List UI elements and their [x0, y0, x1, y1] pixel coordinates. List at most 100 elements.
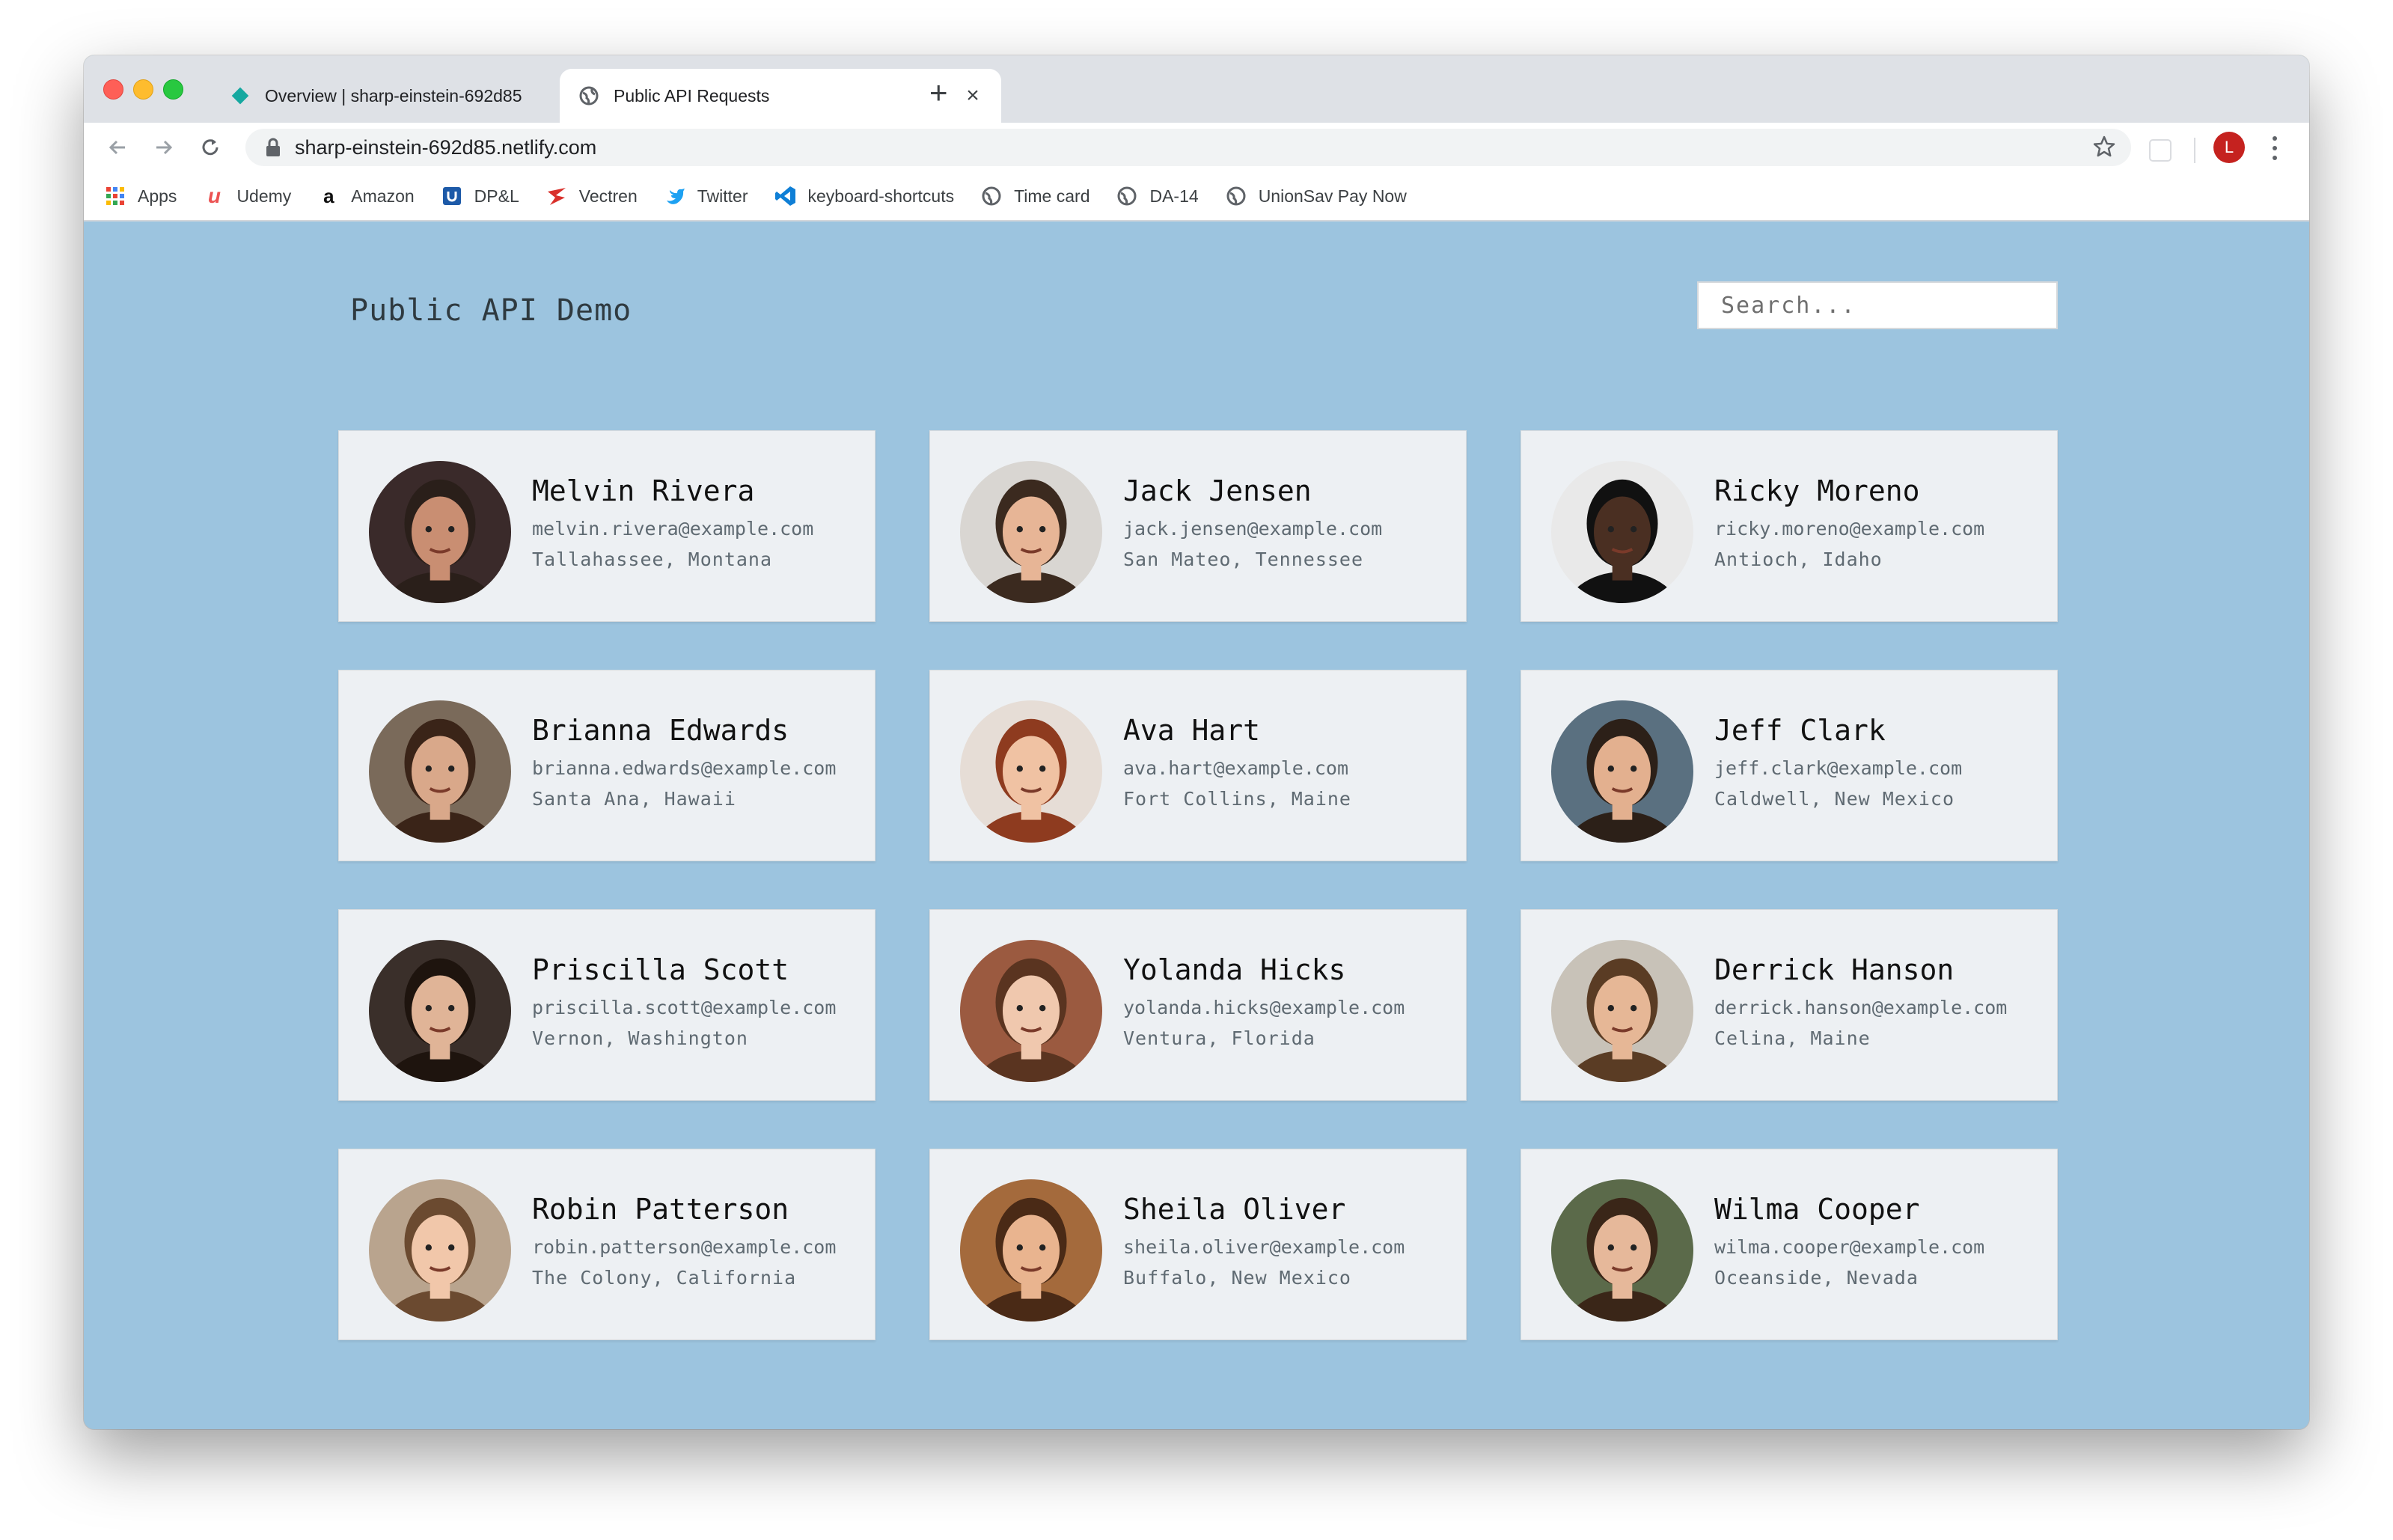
bookmark-label: DA-14 — [1149, 186, 1199, 206]
bookmark-da-14[interactable]: DA-14 — [1115, 184, 1199, 208]
globe-icon — [1224, 184, 1248, 208]
employee-email: priscilla.scott@example.com — [532, 997, 837, 1018]
bookmark-label: UnionSav Pay Now — [1258, 186, 1407, 206]
reload-icon — [202, 139, 218, 156]
reload-button[interactable] — [193, 130, 227, 165]
vectren-icon — [545, 184, 569, 208]
employee-name: Derrick Hanson — [1714, 953, 1955, 986]
tab-strip: Overview | sharp-einstein-692d85 × Publi… — [84, 55, 2309, 123]
employee-card[interactable]: Jack Jensen jack.jensen@example.com San Ma… — [929, 430, 1467, 622]
url-text: sharp-einstein-692d85.netlify.com — [295, 135, 597, 159]
apps-grid-icon — [103, 184, 127, 208]
employee-name: Melvin Rivera — [532, 474, 755, 507]
employee-card[interactable]: Melvin Rivera melvin.rivera@example.com Ta… — [338, 430, 875, 622]
employee-name: Priscilla Scott — [532, 953, 789, 986]
twitter-bird-icon — [663, 184, 687, 208]
bookmark-unionsav[interactable]: UnionSav Pay Now — [1224, 184, 1407, 208]
employee-name: Jack Jensen — [1123, 474, 1312, 507]
bookmark-label: keyboard-shortcuts — [807, 186, 955, 206]
profile-avatar[interactable]: L — [2213, 132, 2245, 163]
dpl-icon — [440, 184, 464, 208]
browser-toolbar: sharp-einstein-692d85.netlify.com L — [84, 123, 2309, 172]
forward-button[interactable] — [147, 130, 181, 165]
employee-name: Jeff Clark — [1714, 714, 1886, 747]
bookmark-udemy[interactable]: u Udemy — [202, 184, 291, 208]
employee-card[interactable]: Brianna Edwards brianna.edwards@example.c… — [338, 670, 875, 861]
address-bar[interactable]: sharp-einstein-692d85.netlify.com — [245, 129, 2131, 166]
employee-email: jeff.clark@example.com — [1714, 757, 1963, 779]
avatar — [960, 700, 1102, 843]
globe-icon — [979, 184, 1003, 208]
globe-icon — [1115, 184, 1139, 208]
employee-card[interactable]: Wilma Cooper wilma.cooper@example.com Ocea… — [1521, 1149, 2058, 1340]
employee-location: Tallahassee, Montana — [532, 549, 773, 570]
employee-email: melvin.rivera@example.com — [532, 518, 814, 540]
bookmark-label: Time card — [1014, 186, 1090, 206]
amazon-icon: a — [323, 184, 334, 207]
vscode-icon — [774, 184, 798, 208]
avatar — [1551, 1179, 1693, 1321]
bookmark-star-icon[interactable] — [2092, 135, 2116, 159]
avatar — [960, 940, 1102, 1082]
employee-card[interactable]: Robin Patterson robin.patterson@example.c… — [338, 1149, 875, 1340]
bookmark-amazon[interactable]: a Amazon — [317, 184, 415, 208]
bookmark-keyboard-shortcuts[interactable]: keyboard-shortcuts — [774, 184, 955, 208]
employee-name: Sheila Oliver — [1123, 1193, 1346, 1226]
maximize-window-button[interactable] — [163, 79, 183, 100]
employee-location: Buffalo, New Mexico — [1123, 1267, 1351, 1289]
close-tab-icon[interactable]: × — [962, 83, 983, 109]
bookmark-label: Apps — [138, 186, 177, 206]
bookmark-twitter[interactable]: Twitter — [663, 184, 748, 208]
extension-icon[interactable] — [2149, 139, 2172, 162]
new-tab-button[interactable]: + — [929, 77, 948, 109]
search-input[interactable] — [1697, 281, 2058, 329]
bookmark-time-card[interactable]: Time card — [979, 184, 1089, 208]
back-button[interactable] — [100, 130, 135, 165]
employee-email: jack.jensen@example.com — [1123, 518, 1383, 540]
employee-card[interactable]: Yolanda Hicks yolanda.hicks@example.com Ve… — [929, 909, 1467, 1101]
arrow-left-icon — [109, 140, 125, 155]
employee-card[interactable]: Ricky Moreno ricky.moreno@example.com Anti… — [1521, 430, 2058, 622]
page-title: Public API Demo — [350, 293, 632, 328]
bookmark-apps[interactable]: Apps — [103, 184, 177, 208]
udemy-icon: u — [207, 184, 221, 207]
employee-email: ricky.moreno@example.com — [1714, 518, 1985, 540]
employee-location: Caldwell, New Mexico — [1714, 788, 1955, 810]
netlify-diamond-icon — [229, 85, 251, 107]
employee-card[interactable]: Sheila Oliver sheila.oliver@example.com Bu… — [929, 1149, 1467, 1340]
bookmarks-bar: Apps u Udemy a Amazon DP&L Vectren Twitt… — [84, 172, 2309, 221]
avatar — [960, 1179, 1102, 1321]
avatar — [1551, 940, 1693, 1082]
tab-title: Public API Requests — [614, 85, 770, 106]
employee-location: Celina, Maine — [1714, 1027, 1871, 1049]
employee-name: Brianna Edwards — [532, 714, 789, 747]
page-content: Public API Demo Melvin Rivera melvin.rive… — [84, 221, 2309, 1429]
bookmark-dpl[interactable]: DP&L — [440, 184, 519, 208]
employee-card[interactable]: Priscilla Scott priscilla.scott@example.c… — [338, 909, 875, 1101]
globe-icon — [578, 85, 600, 107]
minimize-window-button[interactable] — [133, 79, 153, 100]
employee-location: Santa Ana, Hawaii — [532, 788, 736, 810]
avatar — [1551, 461, 1693, 603]
employee-email: sheila.oliver@example.com — [1123, 1236, 1405, 1258]
browser-menu-icon[interactable] — [2267, 133, 2282, 163]
arrow-right-icon — [156, 140, 173, 155]
employee-name: Yolanda Hicks — [1123, 953, 1346, 986]
employee-card[interactable]: Derrick Hanson derrick.hanson@example.com… — [1521, 909, 2058, 1101]
employee-location: The Colony, California — [532, 1267, 797, 1289]
employee-name: Ava Hart — [1123, 714, 1261, 747]
close-window-button[interactable] — [103, 79, 123, 100]
employee-card[interactable]: Jeff Clark jeff.clark@example.com Caldwell… — [1521, 670, 2058, 861]
employee-location: Ventura, Florida — [1123, 1027, 1315, 1049]
employee-email: ava.hart@example.com — [1123, 757, 1349, 779]
bookmark-label: Vectren — [578, 186, 638, 206]
employee-name: Robin Patterson — [532, 1193, 789, 1226]
avatar — [369, 1179, 511, 1321]
bookmark-label: Twitter — [697, 186, 748, 206]
avatar — [369, 461, 511, 603]
bookmark-vectren[interactable]: Vectren — [545, 184, 638, 208]
employee-email: brianna.edwards@example.com — [532, 757, 837, 779]
employee-card[interactable]: Ava Hart ava.hart@example.com Fort Collins… — [929, 670, 1467, 861]
avatar — [1551, 700, 1693, 843]
bookmark-label: Udemy — [236, 186, 292, 206]
